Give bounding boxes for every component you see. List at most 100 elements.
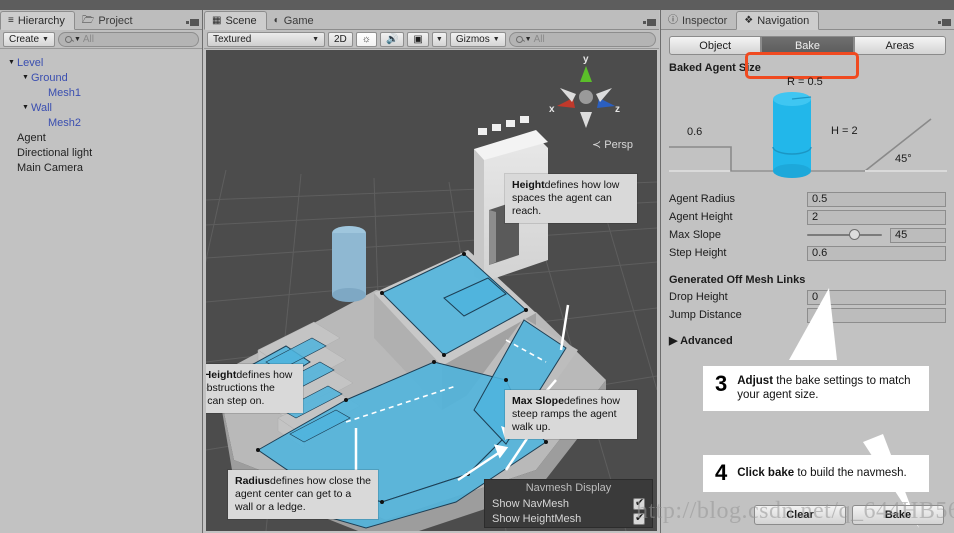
- step-height-input[interactable]: 0.6: [807, 245, 946, 261]
- disclosure-triangle-icon[interactable]: ▼: [6, 59, 17, 66]
- scene-tabbar: ▦ Scene ◐ Game: [204, 10, 659, 30]
- max-slope-row: Max Slope 45: [669, 227, 946, 243]
- tab-hierarchy[interactable]: ≡ Hierarchy: [0, 11, 75, 30]
- agent-radius-input[interactable]: 0.5: [807, 191, 946, 207]
- tab-navigation[interactable]: ❖ Navigation: [736, 11, 820, 30]
- agent-height-input[interactable]: 2: [807, 209, 946, 225]
- step-4-bold: Click bake: [737, 467, 795, 479]
- hierarchy-item-main-camera: Main Camera: [17, 161, 84, 174]
- toggle-lighting-button[interactable]: ☼: [355, 31, 377, 47]
- scene-tab-menu-icon[interactable]: [643, 19, 656, 26]
- step-height-row: Step Height 0.6: [669, 245, 946, 261]
- chevron-down-icon: ▼: [492, 35, 500, 43]
- tab-object-label: Object: [699, 39, 732, 52]
- drop-height-input[interactable]: 0: [807, 289, 946, 305]
- image-icon: ▣: [413, 33, 423, 45]
- tab-bake[interactable]: Bake: [761, 36, 854, 55]
- disclosure-triangle-icon[interactable]: ▼: [20, 74, 31, 81]
- step-4-text: Click bake to build the navmesh.: [737, 466, 906, 480]
- navigation-bake-body: Object Bake Areas Baked Agent Size R = 0…: [661, 30, 954, 533]
- create-button[interactable]: Create ▼: [3, 31, 55, 47]
- draw-mode-dropdown[interactable]: Textured ▼: [207, 31, 325, 47]
- inspector-tab-menu-icon[interactable]: [938, 19, 951, 26]
- list-item[interactable]: Directional light: [6, 145, 202, 160]
- step-4-body: to build the navmesh.: [794, 467, 907, 479]
- tab-scene[interactable]: ▦ Scene: [204, 11, 267, 30]
- list-item[interactable]: Mesh1: [6, 85, 202, 100]
- chevron-down-icon: ▼: [42, 35, 49, 43]
- advanced-foldout[interactable]: ▶ Advanced: [661, 329, 954, 347]
- agent-radius-annotation: R = 0.5: [787, 76, 823, 88]
- list-item[interactable]: ▼ Level: [6, 55, 202, 70]
- max-slope-slider-track[interactable]: [807, 229, 882, 240]
- tab-scene-label: Scene: [225, 14, 257, 27]
- hierarchy-item-directional-light: Directional light: [17, 146, 93, 159]
- folder-icon: 🗁: [81, 14, 95, 26]
- step-height-annotation: 0.6: [687, 126, 703, 138]
- tab-game[interactable]: ◐ Game: [267, 11, 323, 30]
- show-navmesh-checkbox[interactable]: [633, 497, 645, 510]
- scene-search-input[interactable]: ▼ All: [508, 31, 656, 47]
- scene-axis-gizmo[interactable]: y x z: [549, 54, 621, 132]
- tab-inspector[interactable]: ⓘ Inspector: [661, 11, 736, 30]
- tab-project[interactable]: 🗁 Project: [75, 11, 142, 30]
- tab-inspector-label: Inspector: [682, 14, 728, 27]
- tab-game-label: Game: [283, 14, 314, 27]
- navmesh-display-row-heightmesh[interactable]: Show HeightMesh: [485, 512, 652, 527]
- step-4-callout: 4 Click bake to build the navmesh.: [703, 455, 929, 492]
- list-item[interactable]: Mesh2: [6, 115, 202, 130]
- max-slope-slider[interactable]: [807, 228, 882, 243]
- hierarchy-item-agent: Agent: [17, 131, 46, 144]
- effects-dropdown-button[interactable]: ▼: [431, 31, 447, 47]
- list-item[interactable]: ▼ Ground: [6, 70, 202, 85]
- clear-button[interactable]: Clear: [754, 505, 846, 525]
- height-callout: Heightdefines how low spaces the agent c…: [505, 174, 637, 223]
- toggle-audio-button[interactable]: 🔊: [379, 31, 405, 47]
- chevron-down-icon: ▼: [435, 35, 443, 43]
- bake-buttons-row: Clear Bake: [661, 505, 954, 525]
- hierarchy-search-placeholder: All: [82, 33, 95, 45]
- search-filter-chevron-icon: ▼: [73, 35, 81, 43]
- two-d-label: 2D: [334, 33, 347, 45]
- tab-bake-label: Bake: [794, 39, 821, 52]
- disclosure-triangle-icon[interactable]: ▼: [20, 104, 31, 111]
- grid-icon: ▦: [212, 14, 222, 26]
- search-icon: [515, 35, 523, 43]
- jump-distance-input[interactable]: [807, 307, 946, 323]
- tab-areas[interactable]: Areas: [853, 36, 946, 55]
- bake-button[interactable]: Bake: [852, 505, 944, 525]
- navmesh-display-panel: Navmesh Display Show NavMesh Show Height…: [484, 479, 653, 528]
- radius-callout-bold: Radius: [235, 475, 271, 487]
- gizmo-y-label: y: [583, 54, 589, 65]
- baked-agent-size-diagram: R = 0.5 H = 2 0.6 45°: [669, 76, 947, 187]
- height-callout-bold: Height: [512, 179, 545, 191]
- info-icon: ⓘ: [668, 14, 678, 26]
- tab-object[interactable]: Object: [669, 36, 762, 55]
- max-slope-callout: Max Slopedefines how steep ramps the age…: [505, 390, 637, 439]
- hierarchy-search-input[interactable]: ▼ All: [57, 31, 199, 47]
- max-slope-slider-knob[interactable]: [849, 229, 860, 240]
- projection-mode-label[interactable]: ≺ Persp: [592, 138, 633, 151]
- toggle-effects-button[interactable]: ▣: [407, 31, 429, 47]
- tab-navigation-label: Navigation: [757, 14, 810, 27]
- unity-editor-window: ≡ Hierarchy 🗁 Project Create ▼ ▼ All ▼ L…: [0, 0, 954, 533]
- gizmos-dropdown[interactable]: Gizmos ▼: [449, 31, 506, 47]
- toggle-2d-button[interactable]: 2D: [328, 31, 353, 47]
- show-heightmesh-label: Show HeightMesh: [492, 513, 582, 525]
- radius-callout: Radiusdefines how close the agent center…: [228, 470, 378, 519]
- list-item[interactable]: ▼ Wall: [6, 100, 202, 115]
- show-heightmesh-checkbox[interactable]: [633, 512, 645, 525]
- agent-height-label: Agent Height: [669, 211, 733, 223]
- jump-distance-row: Jump Distance: [669, 307, 946, 323]
- max-slope-input[interactable]: 45: [890, 227, 946, 243]
- step-height-label: Step Height: [669, 247, 727, 259]
- hierarchy-item-wall: Wall: [31, 101, 52, 114]
- list-item[interactable]: Agent: [6, 130, 202, 145]
- chevron-down-icon: ▼: [312, 35, 319, 43]
- hierarchy-tab-menu-icon[interactable]: [186, 19, 199, 26]
- list-item[interactable]: Main Camera: [6, 160, 202, 175]
- persp-text: Persp: [604, 139, 633, 151]
- step-3-text: Adjust the bake settings to match your a…: [737, 374, 919, 402]
- navmesh-display-row-navmesh[interactable]: Show NavMesh: [485, 497, 652, 512]
- scene-viewport[interactable]: y x z ≺ Persp Heightdefines how low spac…: [206, 50, 657, 531]
